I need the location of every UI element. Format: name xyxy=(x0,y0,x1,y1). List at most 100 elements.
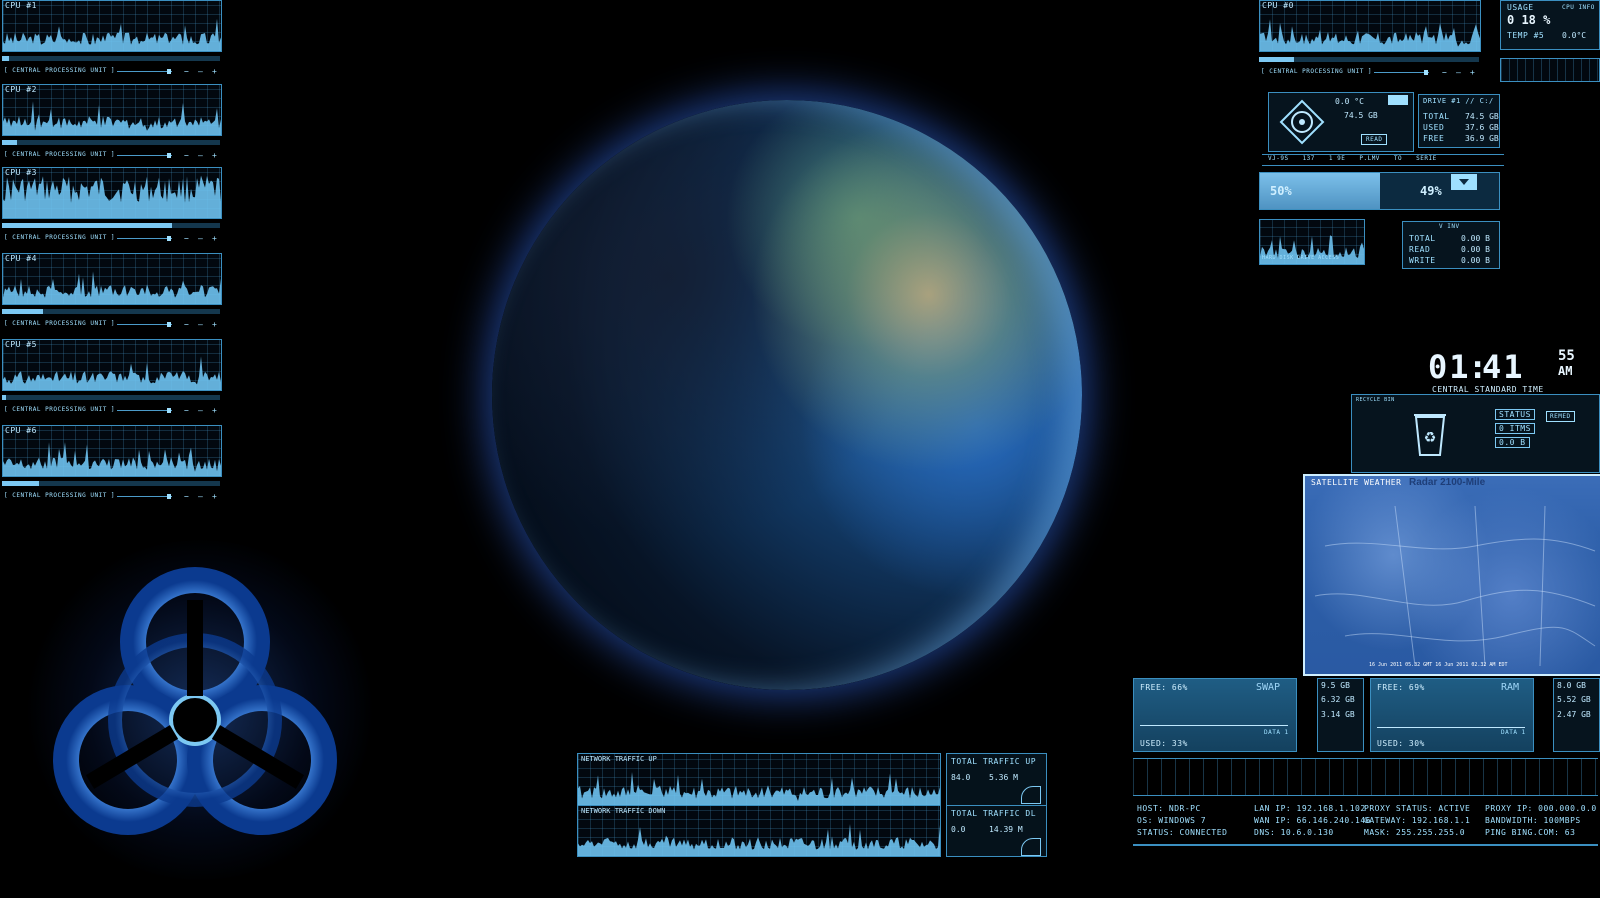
cpu-minus-button[interactable]: − xyxy=(184,234,189,243)
cpu-plus-button[interactable]: + xyxy=(212,151,217,160)
disk-write-label: WRITE xyxy=(1409,256,1436,265)
cpu0-plus-button[interactable]: + xyxy=(1470,68,1475,77)
cpu-slider-knob[interactable] xyxy=(167,494,171,499)
cpu-slider[interactable] xyxy=(117,496,172,497)
cpu-plus-button[interactable]: + xyxy=(212,234,217,243)
cpu0-footer: [ CENTRAL PROCESSING UNIT ] − — + xyxy=(1259,68,1479,77)
cpu0-slider-knob[interactable] xyxy=(1424,70,1428,75)
disk-read-label: READ xyxy=(1409,245,1431,254)
drive-tab[interactable]: VJ-9S xyxy=(1268,155,1289,162)
drive-fill-right: 49% xyxy=(1420,184,1442,198)
cpu-title: CPU #5 xyxy=(5,340,37,349)
cpu-separator: — xyxy=(198,406,203,415)
cpu-slider-knob[interactable] xyxy=(167,153,171,158)
cpu-minus-button[interactable]: − xyxy=(184,320,189,329)
clock-hours: 01 xyxy=(1428,348,1471,386)
drive-used-value: 37.6 GB xyxy=(1465,123,1499,132)
drive-tab[interactable]: 1 9E xyxy=(1329,155,1345,162)
cpu-title: CPU #2 xyxy=(5,85,37,94)
activity-trace xyxy=(3,271,221,304)
ram-used: USED: 30% xyxy=(1377,739,1425,748)
cpu-footer: [ CENTRAL PROCESSING UNIT ] − — + xyxy=(2,234,220,243)
memory-ticker xyxy=(1133,758,1598,796)
swap-level-line xyxy=(1140,725,1288,726)
drive-stats-panel: DRIVE #1 // C:/ TOTAL 74.5 GB USED 37.6 … xyxy=(1418,94,1500,148)
cpu-usage-fill xyxy=(2,56,9,61)
cpu-slider-knob[interactable] xyxy=(167,322,171,327)
cpu-usage-bar xyxy=(2,56,220,61)
cpu-usage-fill xyxy=(2,309,44,314)
cpu-usage-fill xyxy=(2,395,7,400)
cpu-plus-button[interactable]: + xyxy=(212,67,217,76)
swap-total: 9.5 GB xyxy=(1321,681,1350,690)
cpu0-slider[interactable] xyxy=(1374,72,1429,73)
cpu-slider[interactable] xyxy=(117,71,172,72)
cpu-minus-button[interactable]: − xyxy=(184,406,189,415)
weather-map xyxy=(1314,505,1596,667)
drive-temp: 0.0 °C xyxy=(1335,97,1364,106)
disk-access-header: V INV xyxy=(1439,223,1460,230)
cpu-minus-button[interactable]: − xyxy=(184,151,189,160)
drive-read-button[interactable]: READ xyxy=(1361,134,1388,145)
clock-ampm: AM xyxy=(1558,364,1573,378)
cpu-slider[interactable] xyxy=(117,155,172,156)
cpu-usage-value: 0 18 % xyxy=(1507,13,1551,27)
cpu-slider[interactable] xyxy=(117,238,172,239)
net-proxy-status: PROXY STATUS: ACTIVE xyxy=(1364,804,1471,813)
recycle-bin-title: RECYCLE BIN xyxy=(1356,397,1395,403)
activity-trace xyxy=(578,824,940,856)
cpu-usage-fill xyxy=(2,140,18,145)
drive-tab[interactable]: SERIE xyxy=(1416,155,1437,162)
ram-data: DATA 1 xyxy=(1501,729,1526,736)
recycle-bin-panel: RECYCLE BIN ♻ STATUS 0 ITMS 0.0 B REMED xyxy=(1351,394,1600,473)
cpu-slider-knob[interactable] xyxy=(167,408,171,413)
cpu-usage-bar xyxy=(2,481,220,486)
ram-free: FREE: 69% xyxy=(1377,683,1425,692)
disk-access-label: HARD DISK DRIVE ACCESS xyxy=(1262,255,1340,261)
drive-size: 74.5 GB xyxy=(1344,111,1378,120)
cpu-minus-button[interactable]: − xyxy=(184,492,189,501)
swap-value1: 6.32 GB xyxy=(1321,695,1355,704)
cpu-separator: — xyxy=(198,67,203,76)
up-total: 5.36 M xyxy=(989,773,1018,782)
cpu-minus-button[interactable]: − xyxy=(184,67,189,76)
disk-read-value: 0.00 B xyxy=(1461,245,1490,254)
ram-level-line xyxy=(1377,727,1525,728)
cpu-slider[interactable] xyxy=(117,410,172,411)
cpu0-footer-label: [ CENTRAL PROCESSING UNIT ] xyxy=(1261,68,1373,75)
cpu-separator: — xyxy=(198,320,203,329)
activity-trace xyxy=(3,101,221,135)
network-traffic-up-label: NETWORK TRAFFIC UP xyxy=(581,755,657,763)
swap-data: DATA 1 xyxy=(1264,729,1289,736)
cpu-slider-knob[interactable] xyxy=(167,69,171,74)
cpu-footer-label: [ CENTRAL PROCESSING UNIT ] xyxy=(4,151,116,158)
drive-tab-strip: VJ-9S 137 1 9E P.LMV TO SERIE xyxy=(1262,154,1504,166)
cpu-info-header: CPU INFO xyxy=(1562,4,1595,11)
drive-dropdown-button[interactable] xyxy=(1451,174,1477,190)
cpu-footer: [ CENTRAL PROCESSING UNIT ] − — + xyxy=(2,151,220,160)
cpu0-minus-button[interactable]: − xyxy=(1442,68,1447,77)
swap-free: FREE: 66% xyxy=(1140,683,1188,692)
cpu-plus-button[interactable]: + xyxy=(212,320,217,329)
cpu-footer: [ CENTRAL PROCESSING UNIT ] − — + xyxy=(2,492,220,501)
cpu-usage-fill xyxy=(2,223,173,228)
cpu-footer-label: [ CENTRAL PROCESSING UNIT ] xyxy=(4,492,116,499)
cpu-plus-button[interactable]: + xyxy=(212,406,217,415)
chevron-down-icon xyxy=(1459,179,1469,185)
recycle-remed-button[interactable]: REMED xyxy=(1546,411,1575,422)
drive-tab[interactable]: P.LMV xyxy=(1359,155,1380,162)
cpu-footer-label: [ CENTRAL PROCESSING UNIT ] xyxy=(4,320,116,327)
cpu-slider-knob[interactable] xyxy=(167,236,171,241)
cpu-plus-button[interactable]: + xyxy=(212,492,217,501)
cpu-graph: CPU #6 xyxy=(2,425,222,477)
drive-toggle[interactable] xyxy=(1388,95,1408,105)
cpu-slider[interactable] xyxy=(117,324,172,325)
cpu-footer: [ CENTRAL PROCESSING UNIT ] − — + xyxy=(2,320,220,329)
drive-tab[interactable]: TO xyxy=(1394,155,1402,162)
cpu-title: CPU #6 xyxy=(5,426,37,435)
ram-value1: 5.52 GB xyxy=(1557,695,1591,704)
activity-trace xyxy=(3,356,221,390)
up-rate: 84.0 xyxy=(951,773,971,782)
recycle-bin-icon[interactable]: ♻ xyxy=(1412,411,1448,457)
drive-tab[interactable]: 137 xyxy=(1303,155,1315,162)
